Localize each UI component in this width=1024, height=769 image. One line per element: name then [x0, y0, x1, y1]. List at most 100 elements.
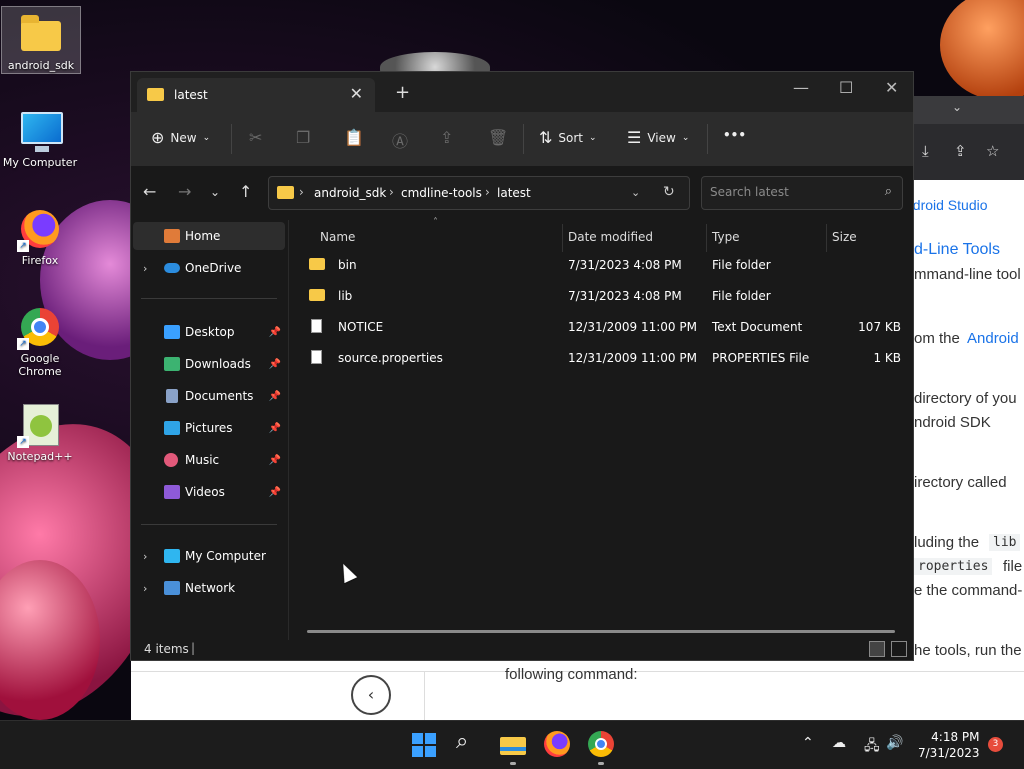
pin-icon[interactable]: 📌	[269, 455, 281, 466]
tiles-view-icon[interactable]	[891, 641, 907, 657]
table-row[interactable]: bin 7/31/2023 4:08 PM File folder	[301, 250, 901, 280]
chevron-down-icon[interactable]: ⌄	[952, 100, 962, 114]
clock-date: 7/31/2023	[918, 746, 980, 760]
search-input[interactable]: Search latest	[710, 185, 789, 199]
nav-item-my-computer[interactable]: › My Computer	[133, 542, 285, 570]
notification-badge[interactable]: 3	[988, 737, 1003, 752]
browser-text: e the command-	[914, 582, 1023, 599]
pin-icon[interactable]: 📌	[269, 327, 281, 338]
share-icon[interactable]: ⇪	[954, 142, 967, 160]
column-divider[interactable]	[706, 224, 707, 252]
star-icon[interactable]: ☆	[986, 142, 999, 160]
start-button[interactable]	[412, 733, 436, 757]
horizontal-scrollbar[interactable]	[307, 630, 895, 633]
cloud-offline-icon[interactable]: ☁	[832, 735, 846, 751]
table-row[interactable]: source.properties 12/31/2009 11:00 PM PR…	[301, 343, 901, 373]
expand-chevron-icon[interactable]: ›	[143, 582, 147, 595]
nav-item-music[interactable]: Music 📌	[133, 446, 285, 474]
title-bar[interactable]: latest ✕ + — ☐ ✕	[131, 72, 913, 112]
up-arrow-icon[interactable]: ↑	[239, 182, 252, 201]
nav-item-desktop[interactable]: Desktop 📌	[133, 318, 285, 346]
computer-icon	[17, 108, 63, 154]
maximize-button[interactable]: ☐	[839, 78, 853, 97]
column-header-type[interactable]: Type	[712, 230, 740, 244]
recent-locations-chevron-icon[interactable]: ⌄	[210, 185, 220, 199]
desktop-icon-android-sdk[interactable]: android_sdk	[1, 6, 81, 74]
nav-item-documents[interactable]: Documents 📌	[133, 382, 285, 410]
document-icon	[311, 319, 322, 333]
browser-code: roperties	[914, 558, 993, 575]
browser-text: irectory called	[914, 474, 1007, 491]
cut-icon[interactable]: ✂	[249, 128, 262, 147]
breadcrumb-latest[interactable]: latest	[497, 186, 531, 200]
sort-button[interactable]: ⇅ Sort ⌄	[539, 128, 597, 147]
network-icon[interactable]: 🖧	[864, 735, 880, 759]
file-explorer-taskbar-icon[interactable]	[500, 731, 526, 757]
toolbar-separator	[231, 124, 232, 154]
breadcrumb-cmdline-tools[interactable]: cmdline-tools	[401, 186, 482, 200]
desktop-icon	[164, 325, 180, 339]
pin-icon[interactable]: 📌	[269, 359, 281, 370]
browser-link-android[interactable]: Android	[967, 330, 1019, 347]
nav-item-videos[interactable]: Videos 📌	[133, 478, 285, 506]
column-header-name[interactable]: Name	[320, 230, 355, 244]
new-tab-button[interactable]: +	[395, 82, 410, 103]
back-arrow-icon[interactable]: ‹	[351, 675, 391, 715]
download-icon[interactable]: ⤓	[922, 142, 929, 160]
column-header-date-modified[interactable]: Date modified	[568, 230, 653, 244]
copy-icon[interactable]: ❐	[296, 128, 310, 147]
file-explorer-window[interactable]: latest ✕ + — ☐ ✕ ⊕ New ⌄ ✂ ❐ 📋 Ⓐ ⇪ 🗑 ⇅ S…	[130, 71, 914, 661]
back-arrow-icon[interactable]: ←	[143, 182, 156, 201]
search-icon[interactable]: ⌕	[456, 729, 482, 755]
table-row[interactable]: NOTICE 12/31/2009 11:00 PM Text Document…	[301, 312, 901, 342]
speaker-icon[interactable]: 🔊	[886, 735, 903, 751]
divider	[141, 524, 277, 525]
forward-arrow-icon[interactable]: →	[178, 182, 191, 201]
desktop-icon-my-computer[interactable]: My Computer	[1, 104, 79, 169]
address-history-chevron-icon[interactable]: ⌄	[631, 186, 640, 199]
new-button[interactable]: ⊕ New ⌄	[151, 128, 210, 147]
search-icon[interactable]: ⌕	[885, 184, 892, 199]
network-icon	[164, 581, 180, 595]
share-icon[interactable]: ⇪	[440, 128, 453, 147]
chevron-up-icon[interactable]: ⌃	[802, 735, 814, 751]
tab-latest[interactable]: latest ✕	[137, 78, 375, 112]
nav-item-home[interactable]: Home	[133, 222, 285, 250]
desktop-icon-notepad-plus-plus[interactable]: ↗ Notepad++	[1, 398, 79, 463]
pin-icon[interactable]: 📌	[269, 487, 281, 498]
delete-icon[interactable]: 🗑	[488, 128, 508, 147]
nav-item-pictures[interactable]: Pictures 📌	[133, 414, 285, 442]
firefox-taskbar-icon[interactable]	[544, 731, 570, 757]
desktop-icon-firefox[interactable]: ↗ Firefox	[1, 202, 79, 267]
address-bar[interactable]: › android_sdk › cmdline-tools › latest ⌄…	[268, 176, 690, 210]
column-divider[interactable]	[562, 224, 563, 252]
nav-item-onedrive[interactable]: › OneDrive	[133, 254, 285, 282]
pin-icon[interactable]: 📌	[269, 423, 281, 434]
more-options-button[interactable]: •••	[723, 128, 746, 142]
close-window-button[interactable]: ✕	[885, 78, 898, 97]
expand-chevron-icon[interactable]: ›	[143, 550, 147, 563]
browser-link-android-studio[interactable]: ndroid Studio	[905, 197, 988, 213]
pin-icon[interactable]: 📌	[269, 391, 281, 402]
nav-item-label: Downloads	[185, 357, 251, 371]
column-divider[interactable]	[826, 224, 827, 252]
browser-text: mmand-line tool	[914, 266, 1021, 283]
details-view-icon[interactable]	[869, 641, 885, 657]
minimize-button[interactable]: —	[793, 78, 809, 97]
breadcrumb-android-sdk[interactable]: android_sdk	[314, 186, 386, 200]
nav-item-network[interactable]: › Network	[133, 574, 285, 602]
table-row[interactable]: lib 7/31/2023 4:08 PM File folder	[301, 281, 901, 311]
expand-chevron-icon[interactable]: ›	[143, 262, 147, 275]
chrome-taskbar-icon[interactable]	[588, 731, 614, 757]
close-tab-icon[interactable]: ✕	[350, 84, 363, 103]
rename-icon[interactable]: Ⓐ	[392, 128, 408, 152]
search-box[interactable]: Search latest ⌕	[701, 176, 903, 210]
paste-icon[interactable]: 📋	[344, 128, 364, 147]
nav-item-label: My Computer	[185, 549, 266, 563]
clock[interactable]: 4:18 PM 7/31/2023	[918, 729, 980, 761]
refresh-icon[interactable]: ↻	[663, 184, 675, 200]
column-header-size[interactable]: Size	[832, 230, 857, 244]
desktop-icon-chrome[interactable]: ↗ Google Chrome	[1, 300, 79, 378]
view-button[interactable]: ☰ View ⌄	[627, 128, 689, 147]
nav-item-downloads[interactable]: Downloads 📌	[133, 350, 285, 378]
